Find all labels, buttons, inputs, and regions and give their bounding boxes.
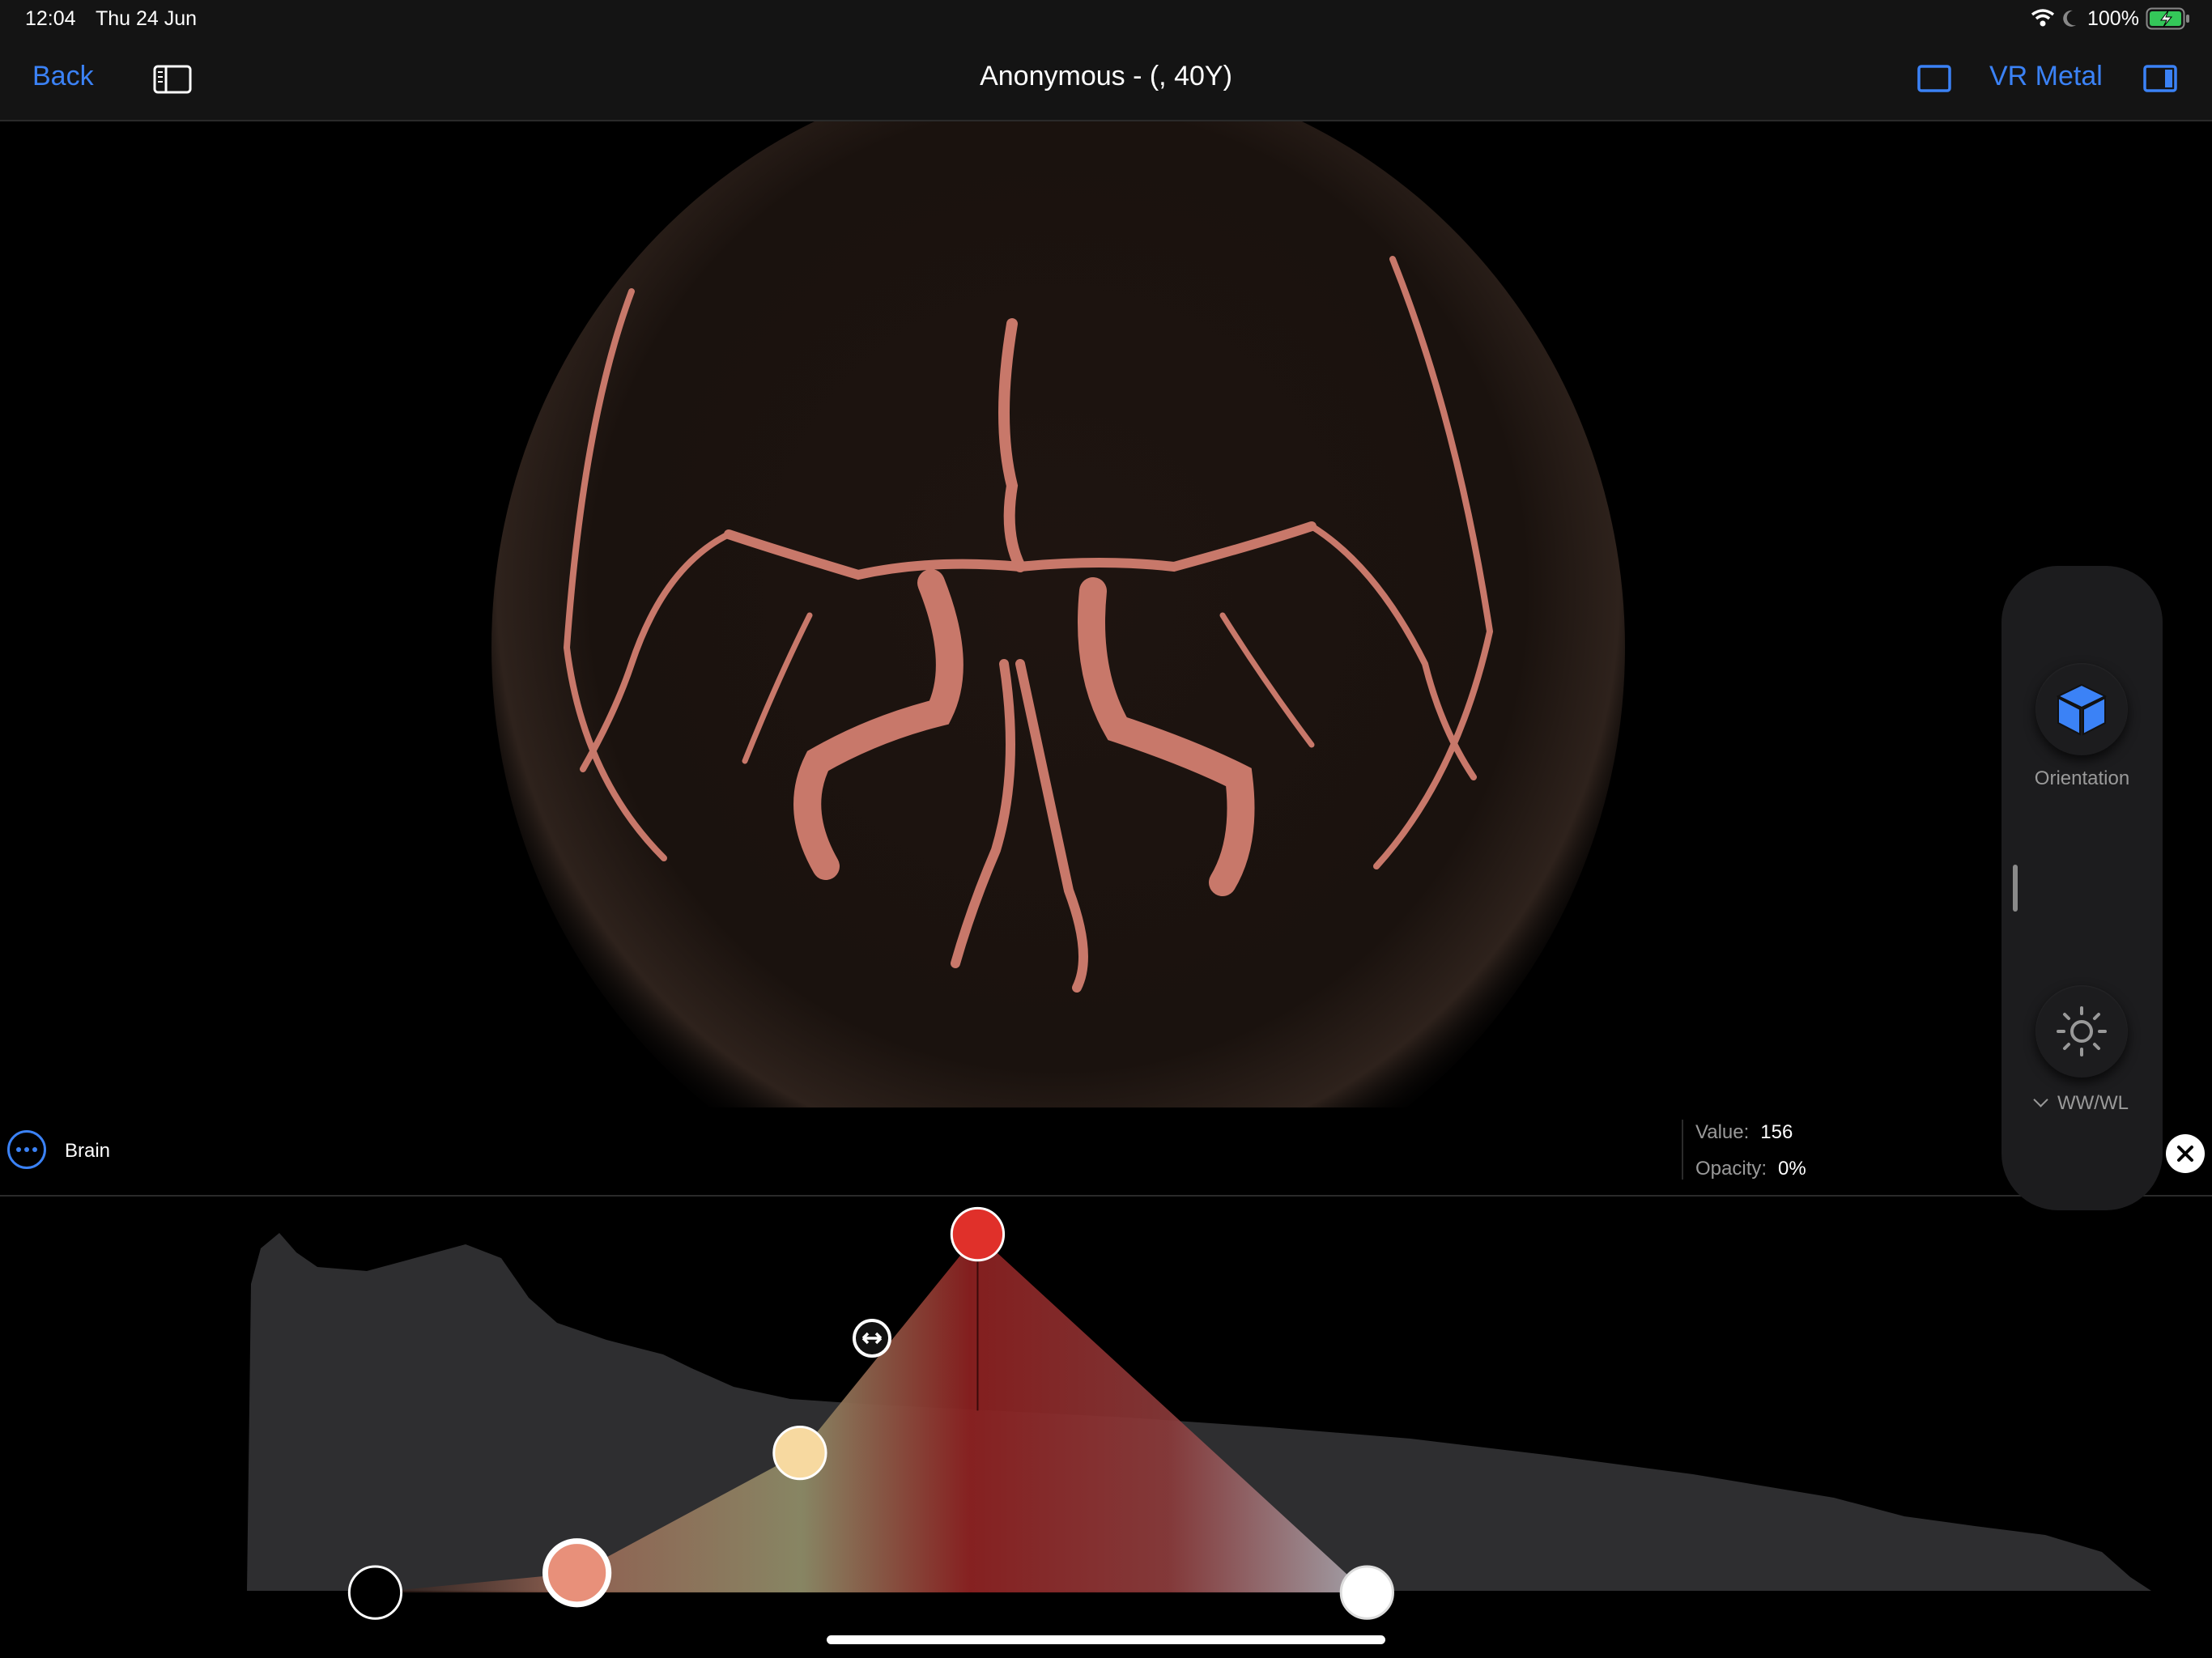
divider (1682, 1120, 1683, 1180)
preset-name: Brain (65, 1140, 111, 1162)
wwwl-dropdown[interactable]: WW/WL (2001, 1092, 2163, 1115)
control-point[interactable] (347, 1565, 403, 1620)
battery-charging-icon (2146, 7, 2189, 30)
control-point[interactable] (772, 1425, 827, 1481)
cube-icon (2056, 683, 2108, 736)
skull-volume (491, 121, 1625, 1107)
control-point[interactable] (1339, 1565, 1394, 1620)
ellipsis-dot (32, 1147, 37, 1152)
close-button[interactable] (2166, 1134, 2205, 1173)
opacity-label: Opacity: (1695, 1158, 1767, 1180)
moon-icon (2063, 10, 2076, 27)
resize-handle[interactable] (853, 1319, 891, 1358)
volume-render-viewport[interactable] (0, 121, 2212, 1107)
battery-percent: 100% (2087, 7, 2139, 30)
home-indicator[interactable] (827, 1635, 1385, 1644)
opacity-number: 0% (1778, 1158, 1806, 1180)
preset-menu-button[interactable] (7, 1130, 46, 1169)
transfer-function-area (375, 1235, 1367, 1592)
sun-icon (2057, 1006, 2107, 1056)
render-mode-button[interactable]: VR Metal (1989, 61, 2103, 92)
chevron-down-icon (2033, 1092, 2048, 1107)
value-number: 156 (1760, 1121, 1793, 1143)
wifi-icon (2031, 9, 2055, 27)
ellipsis-dot (16, 1147, 21, 1152)
control-point[interactable] (542, 1538, 612, 1608)
patient-title: Anonymous - (, 40Y) (980, 61, 1232, 91)
orientation-label: Orientation (2034, 767, 2130, 789)
wwwl-label: WW/WL (2057, 1092, 2129, 1114)
layout-single-icon[interactable] (1917, 65, 1951, 92)
status-time: 12:04 (25, 7, 76, 30)
histogram (247, 1233, 2151, 1591)
navigation-bar: Back Anonymous - (, 40Y) VR Metal (0, 40, 2212, 121)
control-point[interactable] (950, 1206, 1006, 1262)
divider (0, 1195, 2212, 1197)
value-readout: Value: 156 (1695, 1121, 1793, 1144)
panel-drag-handle[interactable] (2013, 865, 2018, 912)
value-label: Value: (1695, 1121, 1750, 1143)
status-bar: 12:04 Thu 24 Jun 100% (0, 0, 2212, 40)
tool-panel: Orientation WW/WL (2001, 566, 2163, 1210)
ellipsis-dot (24, 1147, 29, 1152)
wwwl-button[interactable] (2035, 985, 2128, 1078)
orientation-button[interactable] (2035, 663, 2128, 755)
close-icon (2177, 1146, 2193, 1162)
status-date: Thu 24 Jun (96, 7, 198, 30)
opacity-readout: Opacity: 0% (1695, 1158, 1806, 1180)
sidebar-right-icon[interactable] (2143, 65, 2177, 92)
